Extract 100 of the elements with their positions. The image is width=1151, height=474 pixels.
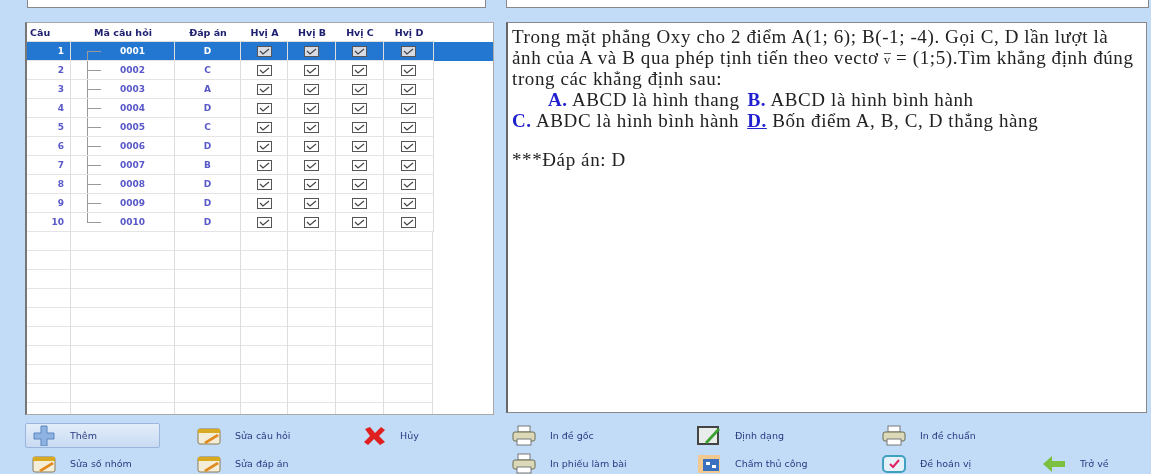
checkbox[interactable]: [304, 45, 319, 57]
checkbox[interactable]: [256, 140, 272, 152]
table-cell: 8: [27, 175, 71, 194]
checkbox[interactable]: [304, 197, 319, 209]
toolbar-button[interactable]: Sửa đáp án: [190, 450, 296, 474]
checkbox[interactable]: [352, 102, 367, 114]
printer-icon: [512, 424, 536, 446]
toolbar-button[interactable]: Thêm: [25, 422, 160, 448]
checkbox[interactable]: [401, 197, 416, 209]
toolbar-button[interactable]: In đề gốc: [505, 422, 601, 448]
option-label: A.: [548, 89, 568, 110]
table-cell: C: [175, 118, 241, 137]
checkbox[interactable]: [352, 197, 367, 209]
table-cell: 4: [27, 99, 71, 118]
checkbox[interactable]: [256, 121, 272, 133]
toolbar-button[interactable]: Định dạng: [690, 422, 791, 448]
table-row[interactable]: 7 0007 B: [27, 156, 493, 175]
table-cell: 0008: [71, 175, 175, 194]
table-cell: 9: [27, 194, 71, 213]
table-cell: D: [175, 137, 241, 156]
toolbar-button[interactable]: In đề chuẩn: [875, 422, 983, 448]
checkbox[interactable]: [304, 64, 319, 76]
table-cell: 10: [27, 213, 71, 232]
checkbox[interactable]: [256, 178, 272, 190]
checkbox[interactable]: [304, 159, 319, 171]
option-text: ABDC là hình bình hành: [536, 110, 740, 131]
answer-text: ***Đáp án: D: [512, 149, 627, 170]
checkbox[interactable]: [352, 159, 367, 171]
toolbar-button[interactable]: Đề hoán vị: [875, 450, 979, 474]
checkbox[interactable]: [401, 102, 416, 114]
checkbox[interactable]: [256, 64, 272, 76]
table-row[interactable]: 10 0010 D: [27, 213, 493, 232]
toolbar-button[interactable]: In phiếu làm bài: [505, 450, 634, 474]
toolbar-button[interactable]: Sửa số nhóm: [25, 450, 139, 474]
option-text: Bốn điểm A, B, C, D thẳng hàng: [772, 110, 1039, 131]
checkbox[interactable]: [352, 64, 367, 76]
toolbar-button[interactable]: Trở về: [1035, 450, 1116, 474]
table-cell: 0009: [71, 194, 175, 213]
table-row[interactable]: 2 0002 C: [27, 61, 493, 80]
checkbox[interactable]: [304, 83, 319, 95]
table-cell: B: [175, 156, 241, 175]
table-cell: 6: [27, 137, 71, 156]
table-cell: D: [175, 213, 241, 232]
table-cell: D: [175, 175, 241, 194]
checkbox[interactable]: [401, 140, 416, 152]
option-label: D.: [747, 110, 767, 131]
checkbox[interactable]: [352, 45, 367, 57]
checkbox[interactable]: [352, 216, 367, 228]
checkbox[interactable]: [401, 83, 416, 95]
checkbox[interactable]: [256, 197, 272, 209]
table-cell: 3: [27, 80, 71, 99]
checkbox[interactable]: [304, 121, 319, 133]
plus-icon: [32, 424, 56, 446]
checkbox[interactable]: [256, 102, 272, 114]
table-cell: 5: [27, 118, 71, 137]
table-row[interactable]: 3 0003 A: [27, 80, 493, 99]
checkbox[interactable]: [352, 83, 367, 95]
table-row[interactable]: 6 0006 D: [27, 137, 493, 156]
checkbox[interactable]: [304, 102, 319, 114]
checkbox[interactable]: [304, 216, 319, 228]
table-cell: 0007: [71, 156, 175, 175]
checkbox[interactable]: [256, 216, 272, 228]
checkbox[interactable]: [304, 178, 319, 190]
table-cell: D: [175, 194, 241, 213]
table-cell: 0004: [71, 99, 175, 118]
table-cell: 0001: [71, 42, 175, 61]
checkbox[interactable]: [256, 45, 272, 57]
table-row[interactable]: 9 0009 D: [27, 194, 493, 213]
checkbox[interactable]: [401, 121, 416, 133]
checkbox[interactable]: [401, 159, 416, 171]
table-row[interactable]: 5 0005 C: [27, 118, 493, 137]
checkbox[interactable]: [401, 45, 416, 57]
table-cell: A: [175, 80, 241, 99]
table-row[interactable]: 4 0004 D: [27, 99, 493, 118]
table-row[interactable]: 8 0008 D: [27, 175, 493, 194]
option-text: ABCD là hình bình hành: [770, 89, 974, 110]
toolbar-button[interactable]: Hủy: [355, 422, 426, 448]
table-row[interactable]: 1 0001 D: [27, 42, 493, 61]
checkbox[interactable]: [256, 159, 272, 171]
option-text: ABCD là hình thang: [572, 89, 740, 110]
checkbox[interactable]: [352, 121, 367, 133]
table-cell: 0005: [71, 118, 175, 137]
table-cell: 0002: [71, 61, 175, 80]
checkbox[interactable]: [401, 216, 416, 228]
toolbar-button[interactable]: Sửa câu hỏi: [190, 422, 298, 448]
table-cell: 0010: [71, 213, 175, 232]
table-cell: C: [175, 61, 241, 80]
grid-icon: [697, 452, 721, 474]
picture-pencil-icon: [697, 424, 721, 446]
toolbar-button[interactable]: Chấm thủ công: [690, 450, 815, 474]
checkbox[interactable]: [256, 83, 272, 95]
checkbox[interactable]: [352, 178, 367, 190]
checkbox[interactable]: [304, 140, 319, 152]
checkbox[interactable]: [352, 140, 367, 152]
printer-icon: [512, 452, 536, 474]
table-cell: 7: [27, 156, 71, 175]
checkbox[interactable]: [401, 64, 416, 76]
close-icon: [362, 424, 386, 446]
table-cell: 0006: [71, 137, 175, 156]
checkbox[interactable]: [401, 178, 416, 190]
